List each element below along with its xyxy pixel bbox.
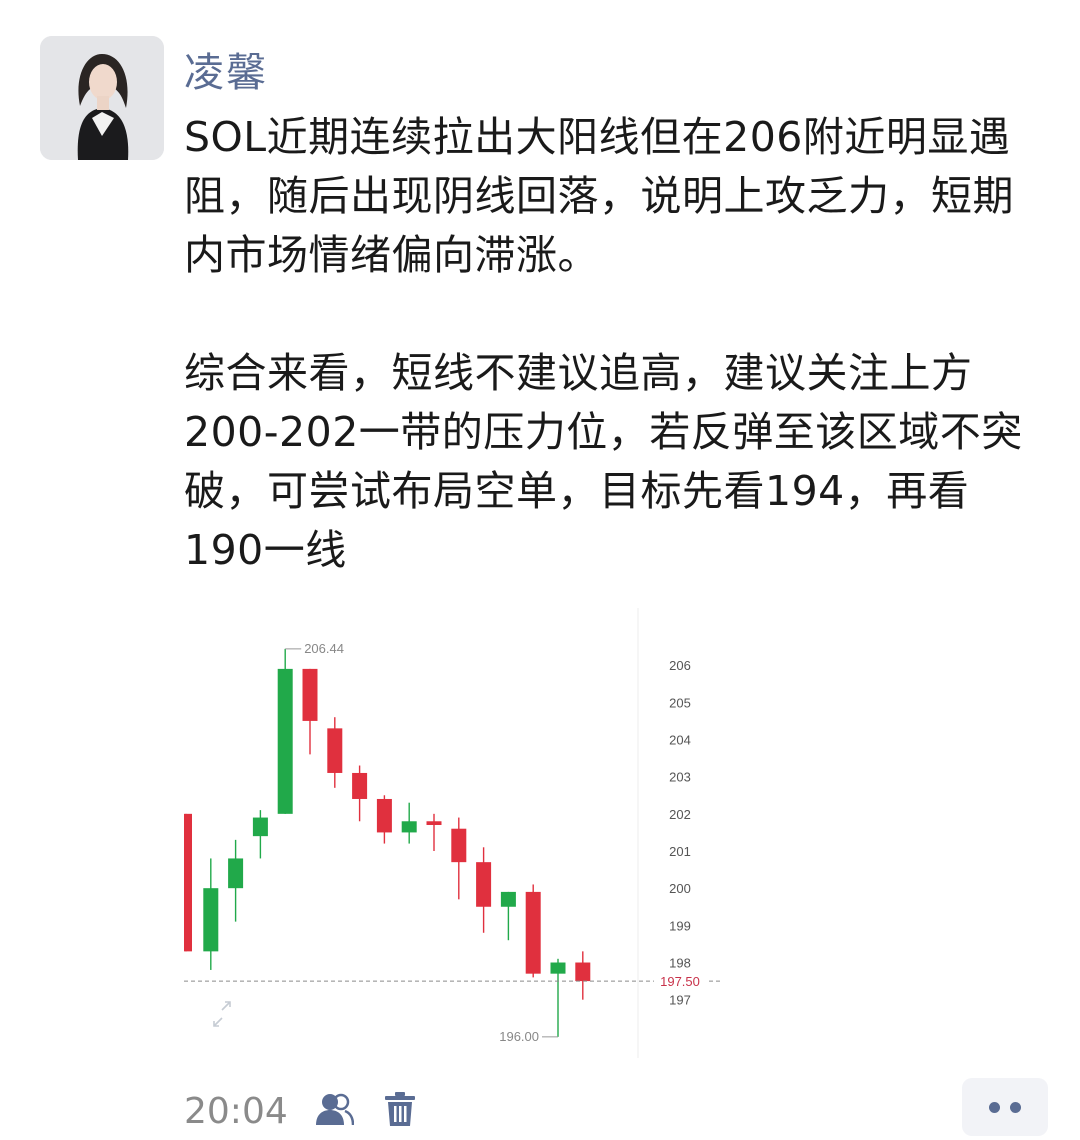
candlestick-chart: 206 205 204 203 202 201 200 199 198 197 206.44 196… <box>184 608 720 1058</box>
friends-icon[interactable] <box>314 1092 354 1130</box>
y-tick-label: 198 <box>669 956 691 971</box>
y-tick-label: 202 <box>669 807 691 822</box>
avatar-photo <box>40 36 164 160</box>
expand-icon[interactable] <box>213 1001 231 1027</box>
post-footer: 20:04 <box>184 1086 416 1136</box>
y-tick-label: 205 <box>669 695 691 710</box>
avatar[interactable] <box>40 36 164 160</box>
candle-body <box>500 891 516 907</box>
candle <box>203 858 219 970</box>
low-price-label: 196.00 <box>499 1029 539 1044</box>
candle-body <box>352 772 368 799</box>
candle <box>550 958 566 1037</box>
candle-body <box>525 891 541 974</box>
candle <box>327 717 343 788</box>
candle <box>376 795 392 844</box>
chart-image[interactable]: 206 205 204 203 202 201 200 199 198 197 206.44 196… <box>184 608 724 1058</box>
y-tick-label: 197 <box>669 993 691 1008</box>
candle <box>352 765 368 822</box>
y-tick-label: 200 <box>669 881 691 896</box>
y-tick-label: 199 <box>669 918 691 933</box>
candle-body <box>451 828 467 863</box>
candle-body <box>550 962 566 974</box>
candles <box>184 648 591 1037</box>
candle-body <box>401 821 417 833</box>
candle <box>476 847 492 933</box>
trash-icon[interactable] <box>384 1091 416 1131</box>
y-tick-label: 203 <box>669 770 691 785</box>
high-price-label: 206.44 <box>304 641 344 656</box>
candle <box>277 648 293 814</box>
more-button[interactable] <box>962 1078 1048 1136</box>
candle-body <box>252 817 268 837</box>
candle-body <box>426 821 442 825</box>
current-price-label: 197.50 <box>660 974 700 989</box>
candle-body <box>184 813 192 952</box>
candle <box>525 884 541 978</box>
post-text: SOL近期连续拉出大阳线但在206附近明显遇阻，随后出现阴线回落，说明上攻乏力，… <box>184 108 1024 580</box>
candle <box>228 839 244 922</box>
y-axis-ticks: 206 205 204 203 202 201 200 199 198 197 <box>669 658 691 1008</box>
y-tick-label: 201 <box>669 844 691 859</box>
y-tick-label: 206 <box>669 658 691 673</box>
candle <box>500 891 516 941</box>
candle-body <box>302 668 318 721</box>
post-paragraph-1: SOL近期连续拉出大阳线但在206附近明显遇阻，随后出现阴线回落，说明上攻乏力，… <box>184 113 1014 279</box>
candle <box>401 802 417 844</box>
post-paragraph-2: 综合来看，短线不建议追高，建议关注上方200-202一带的压力位，若反弹至该区域… <box>184 349 1023 574</box>
y-tick-label: 204 <box>669 733 691 748</box>
post-time: 20:04 <box>184 1090 288 1132</box>
candle <box>184 813 192 952</box>
candle <box>451 817 467 900</box>
candle <box>302 668 318 755</box>
candle-body <box>575 962 591 982</box>
more-dots-icon <box>989 1101 1000 1113</box>
candle <box>252 810 268 859</box>
candle-body <box>476 862 492 907</box>
author-name[interactable]: 凌馨 <box>184 40 268 98</box>
candle-body <box>327 728 343 773</box>
candle-body <box>376 798 392 833</box>
candle-body <box>277 668 293 814</box>
candle <box>575 951 591 1000</box>
candle-body <box>228 858 244 889</box>
candle-body <box>203 888 219 952</box>
candle <box>426 813 442 852</box>
